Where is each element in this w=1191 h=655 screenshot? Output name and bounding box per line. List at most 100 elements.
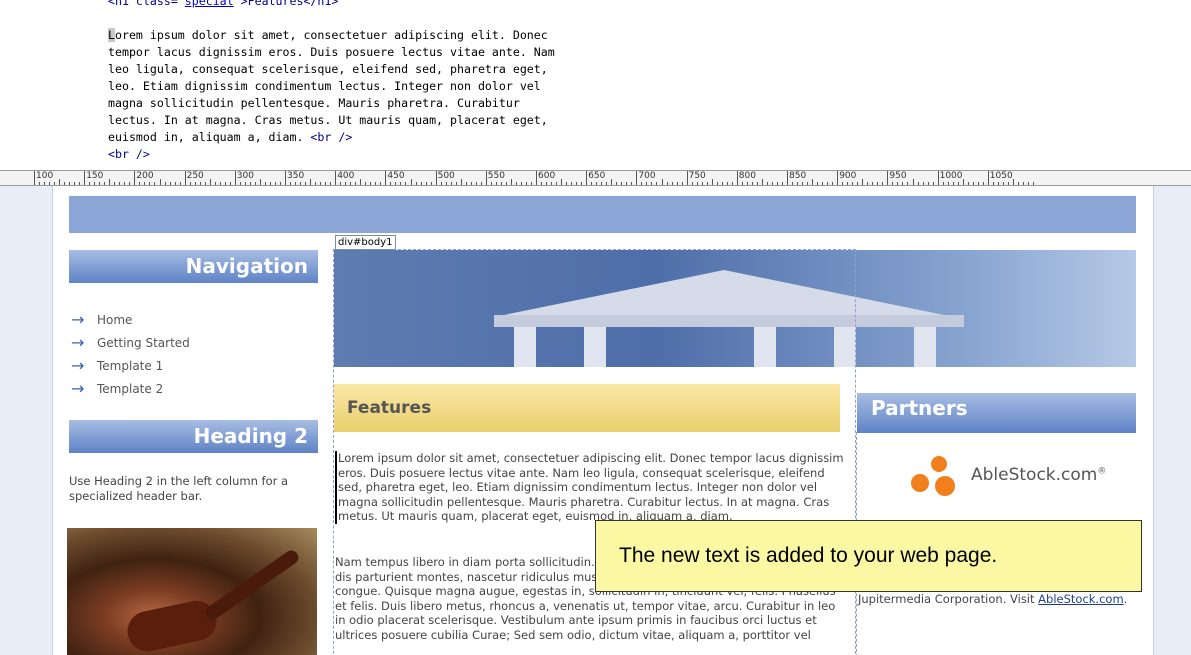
ruler-tick <box>54 182 56 185</box>
ruler-tick <box>425 182 427 185</box>
ruler-tick <box>325 182 327 185</box>
ruler-tick <box>169 182 171 185</box>
navigation-heading: Navigation <box>69 250 318 283</box>
ruler-tick <box>174 182 176 185</box>
ruler-label: 250 <box>186 171 204 181</box>
ruler-tick <box>360 179 362 185</box>
ruler-tick <box>119 182 121 185</box>
ruler-tick <box>651 182 653 185</box>
ruler-tick <box>1017 182 1019 185</box>
heading-2: Heading 2 <box>69 420 318 453</box>
ruler-tick <box>385 171 387 185</box>
ruler-tick <box>345 182 347 185</box>
ruler-tick <box>781 182 783 185</box>
ruler-tick <box>837 171 839 185</box>
ruler-tick <box>792 182 794 185</box>
ruler-tick <box>646 182 648 185</box>
ruler-tick <box>249 182 251 185</box>
ruler-tick <box>310 179 312 185</box>
ruler-tick <box>415 182 417 185</box>
ruler-tick <box>390 182 392 185</box>
ruler-tick <box>159 179 161 185</box>
nav-item-template-2[interactable]: → Template 2 <box>71 377 190 400</box>
ruler-tick <box>79 182 81 185</box>
ruler-tick <box>616 182 618 185</box>
ruler-tick <box>149 182 151 185</box>
ruler-tick <box>872 182 874 185</box>
ruler-tick <box>530 182 532 185</box>
nav-item-getting-started[interactable]: → Getting Started <box>71 331 190 354</box>
code-view[interactable]: <h1 class="special">Features</h1> Lorem i… <box>0 0 1191 170</box>
ruler-tick <box>445 182 447 185</box>
ruler-tick <box>656 182 658 185</box>
ruler-label: 850 <box>789 171 807 181</box>
gavel-image <box>67 528 317 655</box>
nav-item-template-1[interactable]: → Template 1 <box>71 354 190 377</box>
ruler-tick <box>997 182 999 185</box>
ruler-tick <box>510 179 512 185</box>
ruler-tick <box>34 171 35 185</box>
ruler-tick <box>887 171 889 185</box>
ruler-tick <box>99 182 101 185</box>
nav-item-label[interactable]: Template 2 <box>97 382 163 396</box>
ruler-tick <box>264 182 266 185</box>
ruler-tick <box>932 182 934 185</box>
ruler-label: 1050 <box>989 171 1013 181</box>
ruler-tick <box>822 182 824 185</box>
ruler-tick <box>676 182 678 185</box>
ruler-tick <box>219 182 221 185</box>
ruler-tick <box>746 182 748 185</box>
ruler-tick <box>49 182 51 185</box>
ruler-tick <box>726 182 728 185</box>
ruler-tick <box>455 182 457 185</box>
ruler-tick <box>199 182 201 185</box>
ruler-tick <box>234 171 236 185</box>
code-line: magna sollicitudin pellentesque. Mauris … <box>108 96 520 110</box>
ruler-tick <box>561 179 563 185</box>
ruler-tick <box>701 182 703 185</box>
code-line-h1: <h1 class="special">Features</h1> <box>108 0 339 8</box>
ruler-tick <box>867 182 869 185</box>
ruler-tick <box>430 182 432 185</box>
nav-item-label[interactable]: Getting Started <box>97 336 190 350</box>
ruler-tick <box>224 182 226 185</box>
features-paragraph-1[interactable]: Lorem ipsum dolor sit amet, consectetuer… <box>335 451 844 524</box>
ruler-tick <box>862 179 864 185</box>
ruler-tick <box>244 182 246 185</box>
ruler-tick <box>1007 182 1009 185</box>
ruler-tick <box>209 179 211 185</box>
ablestock-link[interactable]: AbleStock.com <box>1038 592 1123 606</box>
design-view[interactable]: Navigation → Home → Getting Started → Templ… <box>0 186 1191 655</box>
ruler-tick <box>290 182 292 185</box>
partners-heading: Partners <box>857 393 1136 433</box>
ruler-tick <box>330 182 332 185</box>
ruler-tick <box>194 182 196 185</box>
ruler-tick <box>500 182 502 185</box>
ruler-tick <box>907 182 909 185</box>
code-text[interactable]: <h1 class="special">Features</h1> Lorem i… <box>108 0 555 163</box>
ruler-tick <box>74 182 76 185</box>
ruler-tick <box>435 171 437 185</box>
ruler-tick <box>94 182 96 185</box>
code-line: lectus. In at magna. Cras metus. Ut maur… <box>108 113 548 127</box>
div-body1-tag-label[interactable]: div#body1 <box>335 235 396 250</box>
ruler-tick <box>606 182 608 185</box>
ruler-tick <box>405 182 407 185</box>
ruler-tick <box>892 182 894 185</box>
ruler-tick <box>370 182 372 185</box>
ruler-tick <box>686 171 688 185</box>
ruler-tick <box>857 182 859 185</box>
ruler-tick <box>601 182 603 185</box>
nav-item-label[interactable]: Template 1 <box>97 359 163 373</box>
ruler-tick <box>274 182 276 185</box>
ruler-tick <box>827 182 829 185</box>
ruler-tick <box>335 171 337 185</box>
ruler-tick <box>1002 182 1004 185</box>
ruler-tick <box>596 182 598 185</box>
ruler-label: 800 <box>738 171 756 181</box>
ruler-tick <box>320 182 322 185</box>
ruler-tick <box>696 182 698 185</box>
ruler-tick <box>410 179 412 185</box>
nav-item-label[interactable]: Home <box>97 313 132 327</box>
nav-item-home[interactable]: → Home <box>71 308 190 331</box>
